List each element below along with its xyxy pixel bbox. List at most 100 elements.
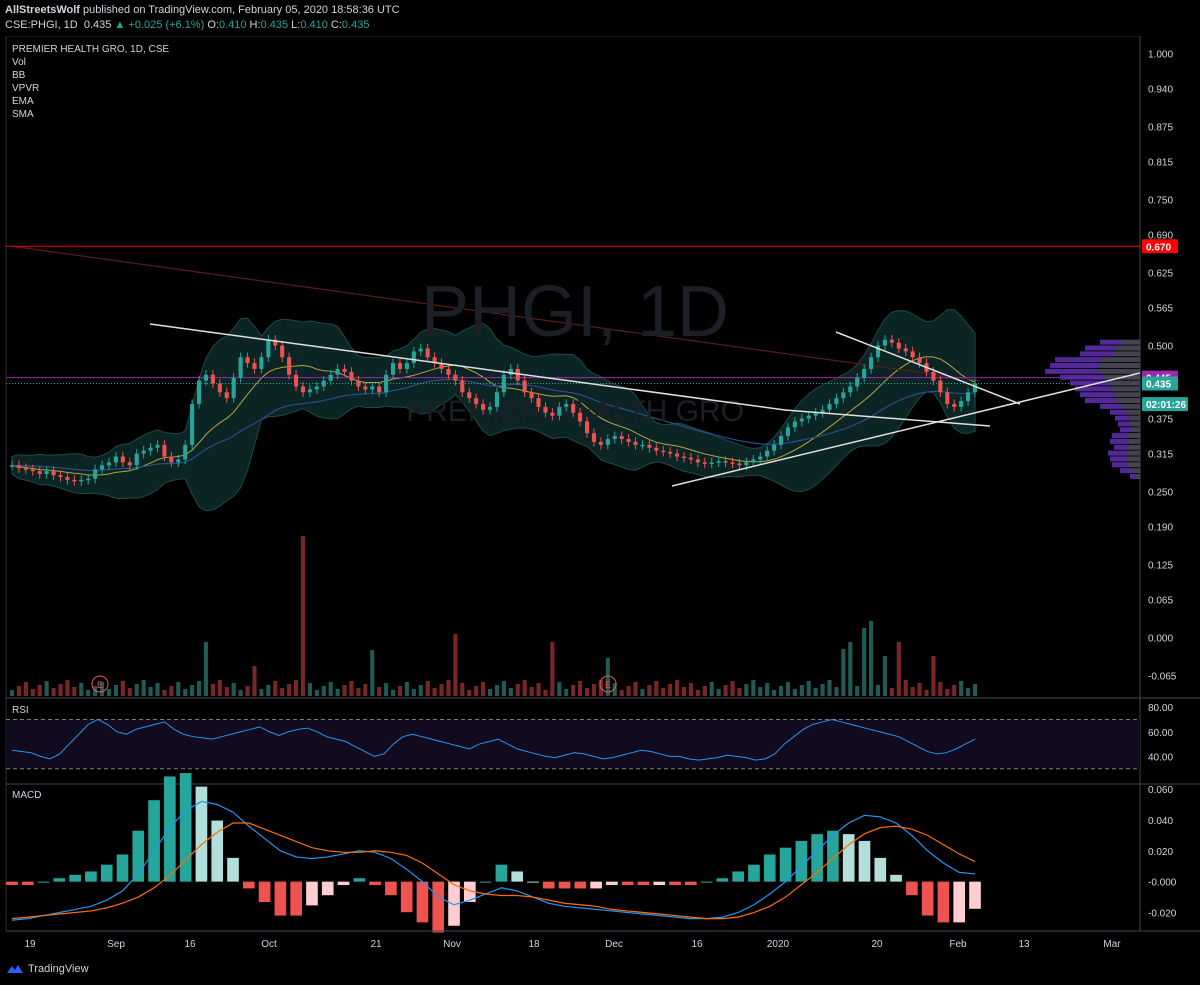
volume-bar [543, 690, 548, 696]
volume-bar [210, 684, 215, 696]
vpvr-bar-down [1110, 386, 1140, 392]
candle-body [203, 374, 209, 381]
tradingview-logo[interactable]: TradingView [6, 963, 89, 975]
vpvr-bar-up [1115, 415, 1129, 421]
volume-bar [875, 685, 881, 696]
candle-body [86, 478, 91, 481]
candle-body [515, 368, 520, 381]
legend-item-vol[interactable]: Vol [12, 56, 169, 69]
candle-body [460, 380, 465, 393]
candle-body [384, 374, 389, 393]
time-tick-label: Feb [949, 939, 967, 950]
vpvr-bar-down [1127, 462, 1140, 468]
vpvr-bar-up [1120, 468, 1131, 474]
candle-body [765, 450, 770, 457]
volume-bar [307, 683, 312, 696]
price-tick-label: 0.815 [1148, 158, 1173, 169]
candle-body [314, 386, 319, 390]
macd-histogram-bar [921, 881, 934, 916]
legend-item-bb[interactable]: BB [12, 69, 169, 82]
candle-body [647, 444, 652, 448]
volume-bar [591, 684, 597, 696]
chart-canvas[interactable]: 1.0000.9400.8750.8150.7500.6900.6250.565… [0, 36, 1200, 956]
price-tick-label: 0.125 [1148, 561, 1173, 572]
legend-item-sma[interactable]: SMA [12, 108, 169, 121]
candle-body [848, 386, 853, 393]
volume-bar [467, 690, 472, 696]
macd-tick-label: -0.000 [1148, 878, 1177, 889]
vpvr-bar-up [1110, 456, 1127, 462]
candle-body [196, 380, 202, 404]
volume-bar [183, 689, 188, 696]
macd-histogram-bar [53, 878, 66, 882]
candle-body [356, 380, 361, 387]
volume-bar [155, 683, 160, 696]
time-tick-label: Mar [1103, 939, 1121, 950]
candle-body [841, 392, 846, 399]
volume-bar [564, 689, 569, 696]
volume-bar [79, 683, 84, 696]
legend-item-vpvr[interactable]: VPVR [12, 82, 169, 95]
candle-body [903, 348, 908, 352]
candle-body [591, 433, 597, 442]
volume-bar [273, 681, 278, 696]
volume-bar [626, 686, 631, 696]
macd-histogram-bar [700, 881, 713, 883]
candle-body [30, 469, 35, 472]
volume-bar [799, 685, 804, 696]
price-tick-label: 0.000 [1148, 634, 1173, 645]
vpvr-bar-up [1112, 462, 1128, 468]
price-tick-label: 0.500 [1148, 342, 1173, 353]
candle-body [806, 415, 811, 419]
vpvr-bar-up [1080, 351, 1113, 357]
indicator-legend: PREMIER HEALTH GRO, 1D, CSE Vol BB VPVR … [12, 43, 169, 121]
volume-bar [972, 684, 978, 696]
volume-bar [474, 686, 479, 696]
candle-body [349, 371, 354, 381]
vpvr-bar-up [1118, 421, 1131, 427]
candle-body [626, 439, 631, 442]
legend-title[interactable]: PREMIER HEALTH GRO, 1D, CSE [12, 43, 169, 56]
candle-body [280, 345, 285, 358]
vpvr-bar-up [1112, 433, 1128, 439]
volume-bar [231, 683, 236, 696]
publisher-name[interactable]: AllStreetsWolf [5, 4, 80, 16]
candle-body [855, 377, 860, 387]
candle-body [411, 351, 416, 364]
volume-bar [446, 680, 451, 696]
candle-body [730, 462, 735, 464]
legend-item-ema[interactable]: EMA [12, 95, 169, 108]
candle-body [370, 386, 375, 390]
vpvr-bar-up [1085, 398, 1116, 404]
macd-histogram-bar [242, 881, 255, 889]
vpvr-bar-down [1128, 415, 1140, 421]
volume-bar [293, 680, 299, 696]
candle-body [474, 398, 479, 404]
volume-bar [196, 681, 202, 696]
ohlc-h-value: 0.435 [260, 19, 289, 31]
volume-bar [335, 689, 340, 696]
price-change: +0.025 (+6.1%) [128, 19, 205, 31]
volume-bar [605, 658, 610, 696]
price-tick-label: 0.375 [1148, 415, 1173, 426]
volume-bar [390, 690, 396, 696]
volume-bar [51, 688, 56, 696]
candle-body [966, 392, 971, 402]
macd-histogram-bar [621, 881, 634, 886]
candle-body [363, 386, 368, 390]
macd-histogram-bar [748, 864, 760, 882]
volume-bar [550, 642, 555, 696]
candle-body [931, 371, 936, 381]
candle-body [176, 459, 181, 463]
rsi-tick-label: 60.00 [1148, 728, 1173, 739]
time-tick-label: Dec [605, 939, 623, 950]
macd-histogram-bar [306, 881, 318, 906]
volume-bar [882, 656, 887, 696]
volume-bar [113, 685, 118, 696]
vpvr-bar-up [1100, 339, 1122, 345]
candle-body [231, 377, 236, 399]
candle-body [487, 406, 493, 410]
published-text: published on TradingView.com, February 0… [83, 4, 400, 16]
macd-histogram-bar [21, 881, 34, 886]
rsi-title: RSI [12, 705, 29, 716]
